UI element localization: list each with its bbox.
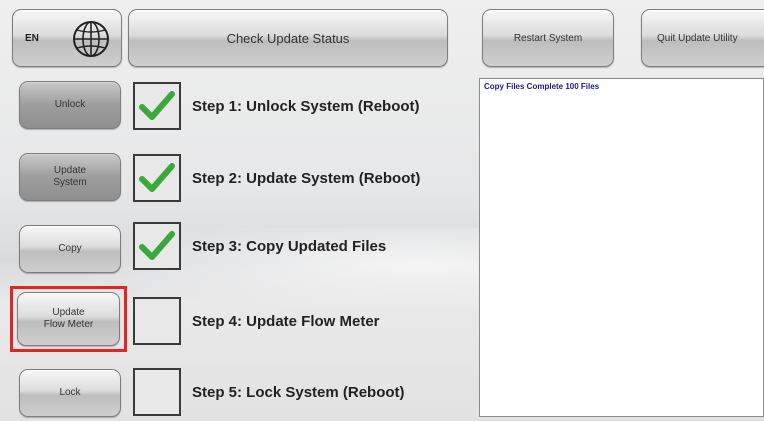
- update-flow-meter-button[interactable]: Update Flow Meter: [17, 292, 120, 346]
- unlock-button-label: Unlock: [54, 99, 86, 110]
- step-1-checkbox: [133, 82, 181, 130]
- copy-button[interactable]: Copy: [19, 225, 121, 273]
- lock-button-label: Lock: [59, 387, 81, 398]
- checkmark-icon: [139, 163, 175, 192]
- check-update-status-button[interactable]: Check Update Status: [128, 9, 448, 67]
- step-1-label: Step 1: Unlock System (Reboot): [192, 98, 420, 115]
- checkmark-icon: [139, 231, 175, 260]
- update-system-button-label: Update System: [53, 165, 87, 188]
- log-text: Copy Files Complete 100 Files: [484, 82, 600, 91]
- globe-icon: [73, 21, 109, 57]
- language-button[interactable]: EN: [12, 9, 122, 67]
- step-5-checkbox: [133, 368, 181, 416]
- step-4-label: Step 4: Update Flow Meter: [192, 313, 380, 330]
- checkmark-icon: [139, 91, 175, 120]
- lock-button[interactable]: Lock: [19, 369, 121, 417]
- step-5-label: Step 5: Lock System (Reboot): [192, 384, 405, 401]
- quit-update-utility-label: Quit Update Utility: [657, 32, 738, 44]
- update-flow-meter-button-label: Update Flow Meter: [43, 307, 94, 330]
- step-2-label: Step 2: Update System (Reboot): [192, 170, 421, 187]
- update-system-button[interactable]: Update System: [19, 153, 121, 201]
- step-3-checkbox: [133, 222, 181, 270]
- restart-system-label: Restart System: [513, 32, 583, 44]
- quit-update-utility-button[interactable]: Quit Update Utility: [641, 9, 764, 67]
- unlock-button[interactable]: Unlock: [19, 81, 121, 129]
- restart-system-button[interactable]: Restart System: [482, 9, 614, 67]
- copy-button-label: Copy: [58, 243, 82, 254]
- log-panel[interactable]: Copy Files Complete 100 Files: [479, 78, 764, 417]
- step-4-checkbox: [133, 297, 181, 345]
- step-2-checkbox: [133, 154, 181, 202]
- step-3-label: Step 3: Copy Updated Files: [192, 238, 387, 255]
- language-code: EN: [25, 32, 39, 44]
- check-update-status-label: Check Update Status: [226, 30, 350, 46]
